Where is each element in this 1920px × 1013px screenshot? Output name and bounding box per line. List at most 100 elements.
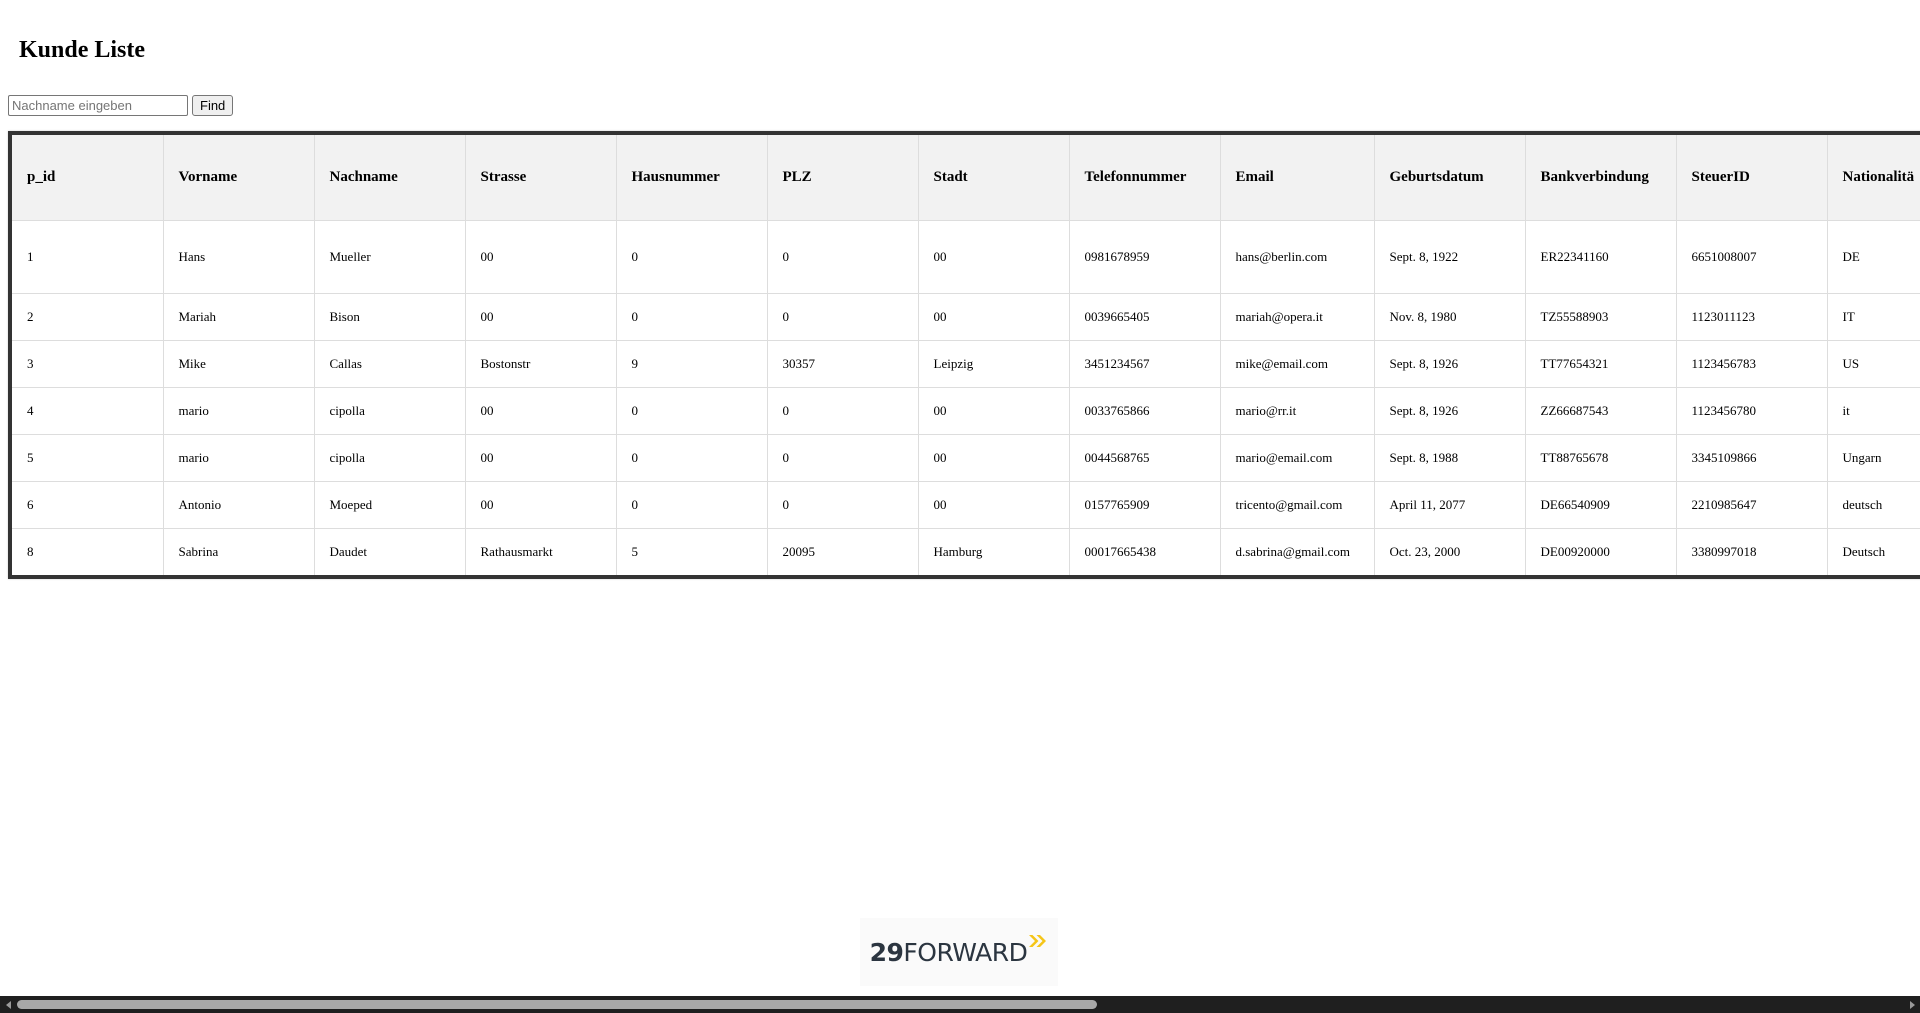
table-cell: Mariah <box>163 293 315 341</box>
table-cell: 3380997018 <box>1676 528 1828 575</box>
table-cell: 0 <box>767 387 919 435</box>
table-cell: it <box>1827 387 1920 435</box>
table-cell: IT <box>1827 293 1920 341</box>
page: Kunde Liste Find p_idVornameNachnameStra… <box>0 0 1920 1013</box>
table-cell: 00 <box>918 293 1070 341</box>
table-cell: 20095 <box>767 528 919 575</box>
table-cell: Antonio <box>163 481 315 529</box>
table-cell: Hamburg <box>918 528 1070 575</box>
table-cell: 0 <box>616 434 768 482</box>
table-cell: 0 <box>616 387 768 435</box>
horizontal-scrollbar[interactable] <box>0 996 1920 1013</box>
table-cell: mario <box>163 434 315 482</box>
table-cell: 0 <box>767 481 919 529</box>
customer-table-container: p_id Vorname Nachname Strasse Hausnummer PLZ S… <box>8 131 1920 579</box>
triangle-right-icon[interactable] <box>1903 996 1920 1013</box>
table-cell: 9 <box>616 340 768 388</box>
table-cell: tricento@gmail.com <box>1220 481 1375 529</box>
logo-word: FORWARD <box>903 937 1028 967</box>
table-cell: Sept. 8, 1988 <box>1374 434 1526 482</box>
table-cell: hans@berlin.com <box>1220 220 1375 294</box>
table-cell: DE00920000 <box>1525 528 1677 575</box>
page-title: Kunde Liste <box>19 37 146 63</box>
table-cell: Rathausmarkt <box>465 528 617 575</box>
column-header-vorname: Vorname <box>163 135 315 221</box>
table-cell: 6 <box>12 481 164 529</box>
column-header-geburtsdatum: Geburtsdatum <box>1374 135 1526 221</box>
table-row: 3 Mike Callas Bostonstr 9 30357 Leipzig 3451234… <box>12 340 1920 388</box>
table-cell: 3451234567 <box>1069 340 1221 388</box>
table-cell: 2 <box>12 293 164 341</box>
table-row: 8 Sabrina Daudet Rathausmarkt 5 20095 Hamburg 0… <box>12 528 1920 575</box>
search-form: Find <box>8 95 234 116</box>
logo-number: 29 <box>869 937 904 967</box>
table-cell: 3345109866 <box>1676 434 1828 482</box>
table-cell: Ungarn <box>1827 434 1920 482</box>
table-cell: deutsch <box>1827 481 1920 529</box>
table-cell: mario@email.com <box>1220 434 1375 482</box>
table-cell: 4 <box>12 387 164 435</box>
company-logo: 29FORWARD <box>860 918 1058 986</box>
column-header-telefonnummer: Telefonnummer <box>1069 135 1221 221</box>
table-cell: DE <box>1827 220 1920 294</box>
table-cell: 0 <box>767 434 919 482</box>
table-cell: 0157765909 <box>1069 481 1221 529</box>
table-cell: April 11, 2077 <box>1374 481 1526 529</box>
table-cell: 3 <box>12 340 164 388</box>
column-header-email: Email <box>1220 135 1375 221</box>
table-cell: 00 <box>918 434 1070 482</box>
table-cell: 0981678959 <box>1069 220 1221 294</box>
table-cell: 00 <box>465 387 617 435</box>
table-cell: 1123456780 <box>1676 387 1828 435</box>
table-cell: 6651008007 <box>1676 220 1828 294</box>
table-cell: 0039665405 <box>1069 293 1221 341</box>
table-cell: 00 <box>465 293 617 341</box>
table-cell: mariah@opera.it <box>1220 293 1375 341</box>
table-row: 2 Mariah Bison 00 0 0 00 0039665405 mariah@opera… <box>12 293 1920 341</box>
table-cell: Hans <box>163 220 315 294</box>
double-chevron-right-icon <box>1029 935 1047 947</box>
find-button[interactable]: Find <box>192 95 234 116</box>
column-header-bankverbindung: Bankverbindung <box>1525 135 1677 221</box>
scrollbar-thumb[interactable] <box>17 1000 1097 1009</box>
table-cell: Mueller <box>314 220 466 294</box>
table-cell: 0 <box>767 220 919 294</box>
lastname-search-input[interactable] <box>8 95 188 116</box>
table-header-row: p_id Vorname Nachname Strasse Hausnummer PLZ S… <box>12 135 1920 221</box>
table-cell: Sept. 8, 1926 <box>1374 340 1526 388</box>
column-header-plz: PLZ <box>767 135 919 221</box>
table-cell: 00 <box>918 387 1070 435</box>
table-cell: 00 <box>465 220 617 294</box>
table-cell: TT88765678 <box>1525 434 1677 482</box>
column-header-steuerid: SteuerID <box>1676 135 1828 221</box>
table-cell: Daudet <box>314 528 466 575</box>
table-cell: Sabrina <box>163 528 315 575</box>
table-cell: mike@email.com <box>1220 340 1375 388</box>
table-cell: Leipzig <box>918 340 1070 388</box>
table-cell: 30357 <box>767 340 919 388</box>
table-cell: 00 <box>465 434 617 482</box>
table-cell: cipolla <box>314 434 466 482</box>
table-cell: 1 <box>12 220 164 294</box>
table-cell: 00 <box>918 481 1070 529</box>
table-cell: ER22341160 <box>1525 220 1677 294</box>
table-cell: Sept. 8, 1926 <box>1374 387 1526 435</box>
triangle-left-icon[interactable] <box>0 996 17 1013</box>
table-cell: 8 <box>12 528 164 575</box>
table-cell: ZZ66687543 <box>1525 387 1677 435</box>
table-row: 1 Hans Mueller 00 0 0 00 0981678959 hans@berlin.… <box>12 220 1920 294</box>
table-cell: Bostonstr <box>465 340 617 388</box>
table-cell: Mike <box>163 340 315 388</box>
table-cell: TZ55588903 <box>1525 293 1677 341</box>
table-cell: DE66540909 <box>1525 481 1677 529</box>
logo-text: 29FORWARD <box>870 938 1028 967</box>
column-header-nachname: Nachname <box>314 135 466 221</box>
table-cell: cipolla <box>314 387 466 435</box>
table-cell: 0 <box>767 293 919 341</box>
table-cell: 0 <box>616 293 768 341</box>
table-cell: mario@rr.it <box>1220 387 1375 435</box>
table-cell: Oct. 23, 2000 <box>1374 528 1526 575</box>
table-cell: Moeped <box>314 481 466 529</box>
column-header-nationalit-: Nationalitä <box>1827 135 1920 221</box>
table-cell: 00017665438 <box>1069 528 1221 575</box>
